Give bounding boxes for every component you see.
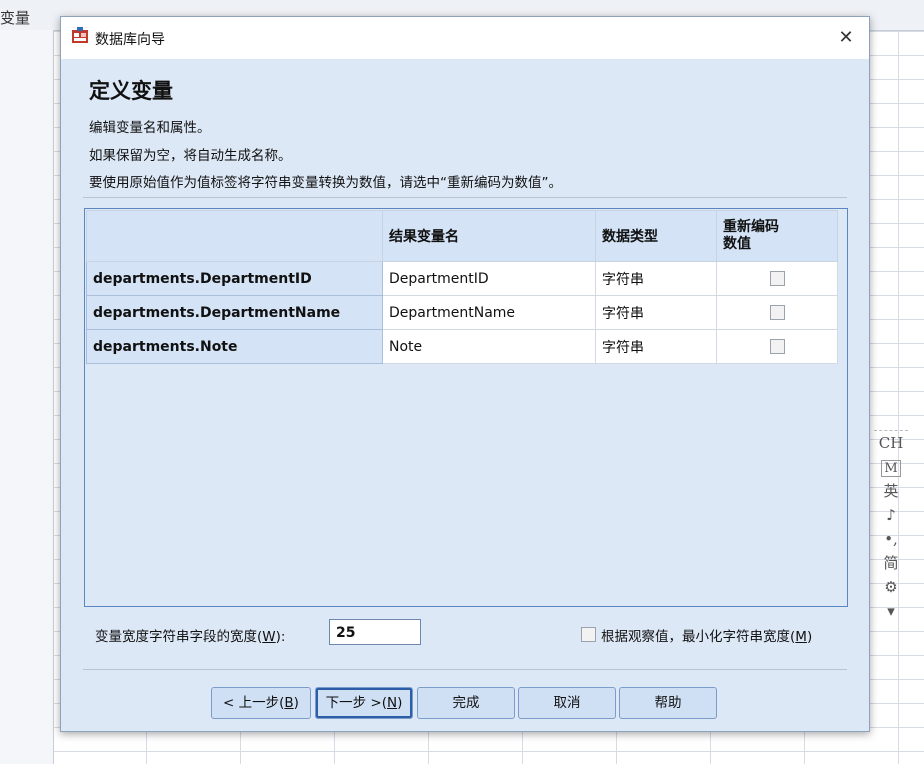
ime-more-icon[interactable]: ▾ (874, 599, 908, 623)
row-source-name: departments.Note (86, 329, 383, 364)
row-data-type-cell[interactable]: 字符串 (595, 329, 717, 364)
database-wizard-icon (72, 27, 88, 43)
dialog-title: 数据库向导 (95, 32, 165, 48)
header-result-name: 结果变量名 (382, 210, 596, 262)
dialog-titlebar[interactable]: 数据库向导 ✕ (61, 17, 869, 59)
string-width-label: 变量宽度字符串字段的宽度(W): (95, 629, 286, 645)
ime-mode-button[interactable]: M (874, 455, 908, 479)
close-icon: ✕ (838, 27, 854, 48)
table-header-row: 结果变量名 数据类型 重新编码 数值 (86, 210, 838, 262)
row-result-name-cell[interactable]: Note (382, 329, 596, 364)
bottom-separator (83, 669, 847, 670)
ime-english-button[interactable]: 英 (874, 479, 908, 503)
description-line-2: 如果保留为空，将自动生成名称。 (89, 148, 292, 164)
finish-button[interactable]: 完成 (417, 687, 515, 719)
ime-voice-icon[interactable]: ♪ (874, 503, 908, 527)
row-source-name: departments.DepartmentID (86, 261, 383, 296)
string-width-input[interactable]: 25 (329, 619, 421, 645)
variables-grid: 结果变量名 数据类型 重新编码 数值 departments.Departmen… (86, 210, 838, 364)
row-data-type-cell[interactable]: 字符串 (595, 261, 717, 296)
recode-checkbox[interactable] (769, 271, 785, 286)
header-source (86, 210, 383, 262)
header-recode-line1: 重新编码 (723, 219, 779, 235)
help-button[interactable]: 帮助 (619, 687, 717, 719)
ime-punctuation-button[interactable]: •, (874, 527, 908, 551)
header-recode-numeric: 重新编码 数值 (716, 210, 838, 262)
description-line-3: 要使用原始值作为值标签将字符串变量转换为数值，请选中“重新编码为数值”。 (89, 175, 562, 191)
minimize-width-checkbox[interactable] (581, 627, 596, 642)
description-line-1: 编辑变量名和属性。 (89, 120, 211, 136)
header-recode-line2: 数值 (723, 236, 751, 252)
ime-ch-button[interactable]: CH (874, 431, 908, 455)
row-recode-cell (716, 329, 838, 364)
row-recode-cell (716, 261, 838, 296)
header-data-type: 数据类型 (595, 210, 717, 262)
top-separator (83, 197, 847, 198)
cancel-button[interactable]: 取消 (518, 687, 616, 719)
row-data-type-cell[interactable]: 字符串 (595, 295, 717, 330)
back-button[interactable]: < 上一步(B) (211, 687, 311, 719)
background-column-label: 变量 (0, 9, 31, 27)
row-result-name-cell[interactable]: DepartmentID (382, 261, 596, 296)
recode-checkbox[interactable] (769, 305, 785, 320)
table-row: departments.DepartmentID DepartmentID 字符… (86, 261, 838, 296)
row-recode-cell (716, 295, 838, 330)
ime-simplified-button[interactable]: 简 (874, 551, 908, 575)
ime-toolbar: CH M 英 ♪ •, 简 ⚙ ▾ (874, 430, 908, 646)
background-row-header (0, 30, 54, 764)
variables-table: 结果变量名 数据类型 重新编码 数值 departments.Departmen… (84, 208, 848, 607)
minimize-width-label[interactable]: 根据观察值，最小化字符串宽度(M) (601, 625, 812, 645)
close-button[interactable]: ✕ (833, 25, 859, 51)
table-row: departments.Note Note 字符串 (86, 329, 838, 364)
ime-settings-icon[interactable]: ⚙ (874, 575, 908, 599)
table-row: departments.DepartmentName DepartmentNam… (86, 295, 838, 330)
database-wizard-dialog: 数据库向导 ✕ 定义变量 编辑变量名和属性。 如果保留为空，将自动生成名称。 要… (60, 16, 870, 732)
page-heading: 定义变量 (89, 79, 173, 103)
next-button[interactable]: 下一步 >(N) (315, 687, 413, 719)
recode-checkbox[interactable] (769, 339, 785, 354)
row-result-name-cell[interactable]: DepartmentName (382, 295, 596, 330)
row-source-name: departments.DepartmentName (86, 295, 383, 330)
